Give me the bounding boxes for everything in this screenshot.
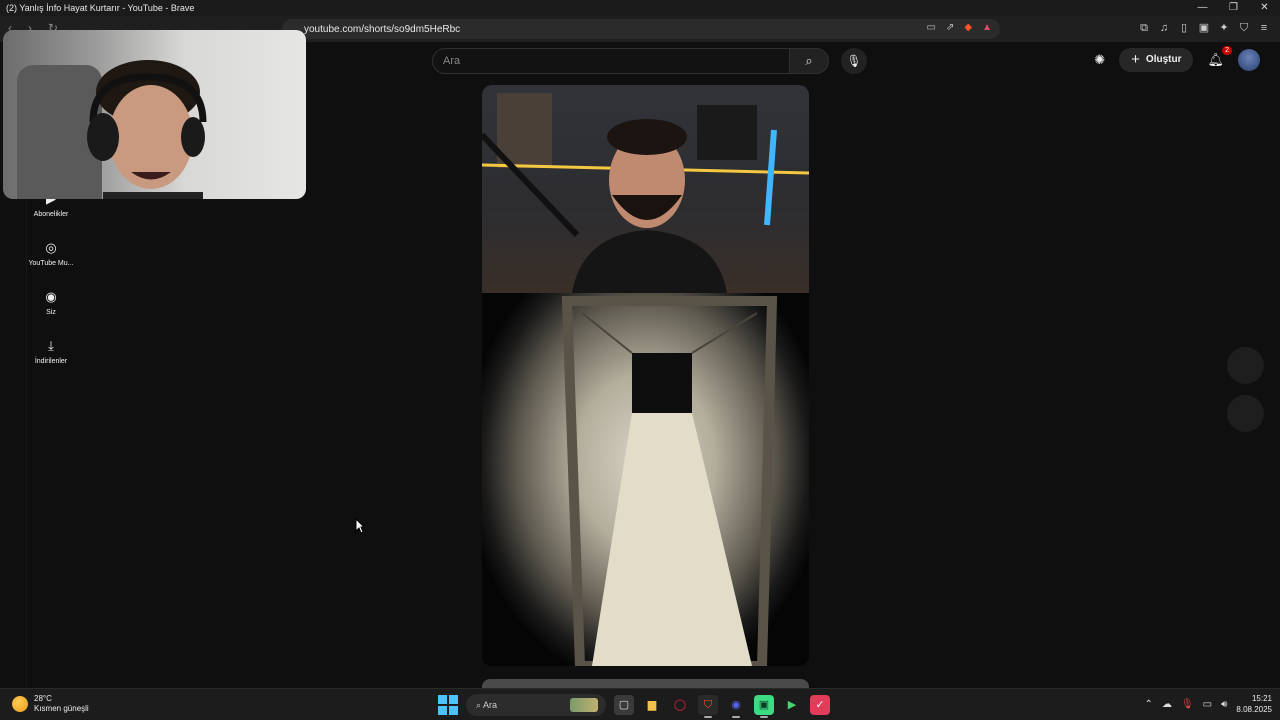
brave-browser-icon[interactable]: ⛉ xyxy=(698,695,718,718)
weather-desc: Kısmen güneşli xyxy=(34,704,89,713)
leo-ai-icon[interactable]: ✦ xyxy=(1218,21,1230,35)
media-player-icon[interactable]: ▶ xyxy=(782,695,802,715)
search-input[interactable]: Ara xyxy=(432,48,790,74)
extensions-icon[interactable]: ⧉ xyxy=(1138,21,1150,35)
microphone-icon[interactable]: 🎙 xyxy=(1181,699,1194,710)
sidebar-item-label: YouTube Mu... xyxy=(28,260,74,267)
discord-icon[interactable]: ◉ xyxy=(726,695,746,718)
search-icon: ⌕ xyxy=(805,53,813,68)
header-actions: ✺ + Oluştur 🔔︎ 2 xyxy=(1094,46,1260,72)
weather-icon xyxy=(12,696,28,712)
sidebar-item-youtube-music[interactable]: ◎ YouTube Mu... xyxy=(26,239,76,288)
cast-icon[interactable]: ▭ xyxy=(927,22,936,33)
reaction-video xyxy=(482,85,809,293)
close-button[interactable]: ✕ xyxy=(1249,0,1280,16)
volume-icon[interactable]: 🔊︎ xyxy=(1221,699,1227,710)
previous-short-button[interactable] xyxy=(1227,347,1264,384)
window-controls: — ❐ ✕ xyxy=(1187,0,1280,16)
taskbar-search-label: Ara xyxy=(483,700,498,710)
sidebar-item-label: Abonelikler xyxy=(33,211,69,218)
notifications-button[interactable]: 🔔︎ 2 xyxy=(1207,46,1232,68)
window-titlebar: (2) Yanlış İnfo Hayat Kurtarır - YouTube… xyxy=(0,0,1280,16)
menu-icon[interactable]: ≡ xyxy=(1258,21,1270,35)
browser-toolbar-icons: ⧉ ♫ ▯ ▣ ✦ ⛉ ≡ xyxy=(1138,21,1270,35)
chevron-up-icon[interactable]: ⌃ xyxy=(1145,699,1153,710)
vpn-icon[interactable]: ⛉ xyxy=(1238,21,1250,35)
address-bar[interactable]: youtube.com/shorts/so9dm5HeRbc ▭ ⇗ ◆ ▲ xyxy=(282,19,1000,39)
search-button[interactable]: ⌕ xyxy=(789,48,829,74)
corridor-scene xyxy=(561,296,778,666)
clock[interactable]: 15:21 8.08.2025 xyxy=(1236,693,1272,715)
next-short-button[interactable] xyxy=(1227,395,1264,432)
start-button[interactable] xyxy=(438,695,458,715)
playables-icon[interactable]: ✺ xyxy=(1094,52,1105,68)
weather-widget[interactable]: 28°C Kısmen güneşli xyxy=(12,694,89,714)
search-icon: ⌕ xyxy=(476,700,484,710)
file-explorer-icon[interactable]: ▆ xyxy=(642,695,662,715)
address-bar-icons: ▭ ⇗ ◆ ▲ xyxy=(927,22,992,33)
date: 8.08.2025 xyxy=(1236,705,1272,714)
music-icon[interactable]: ♫ xyxy=(1158,21,1170,35)
plus-icon: + xyxy=(1131,51,1140,68)
shorts-video-player[interactable] xyxy=(482,85,809,666)
taskbar-apps: ⌕ Ara ▢ ▆ ◯ ⛉ ◉ ▣ ▶ ✓ xyxy=(438,694,830,718)
android-app-icon[interactable]: ▣ xyxy=(754,695,774,718)
task-view-icon[interactable]: ▢ xyxy=(614,695,634,715)
system-tray: ⌃ ☁ 🎙 ▭ 🔊︎ 15:21 8.08.2025 xyxy=(1145,693,1272,715)
window-title: (2) Yanlış İnfo Hayat Kurtarır - YouTube… xyxy=(6,3,195,13)
taskbar-search[interactable]: ⌕ Ara xyxy=(466,694,606,716)
weather-text: 28°C Kısmen güneşli xyxy=(34,694,89,714)
sidebar-item-label: Siz xyxy=(46,309,56,316)
wallet-icon[interactable]: ▣ xyxy=(1198,21,1210,35)
reaction-scene xyxy=(482,93,809,293)
mini-sidebar: ▶ Abonelikler ◎ YouTube Mu... ◉ Siz ⤓ İn… xyxy=(26,190,76,386)
avatar[interactable] xyxy=(1238,49,1260,71)
app-icon[interactable]: ✓ xyxy=(810,695,830,715)
brave-rewards-icon[interactable]: ▲ xyxy=(982,22,992,33)
sidebar-item-you[interactable]: ◉ Siz xyxy=(26,288,76,337)
url-text: youtube.com/shorts/so9dm5HeRbc xyxy=(304,23,461,35)
display-icon[interactable]: ▭ xyxy=(1203,699,1212,710)
share-icon[interactable]: ⇗ xyxy=(946,22,954,33)
bell-icon: 🔔︎ xyxy=(1207,52,1224,67)
corridor-video xyxy=(482,293,809,666)
create-label: Oluştur xyxy=(1145,54,1182,65)
search-highlight-icon xyxy=(570,698,598,712)
cloud-icon[interactable]: ☁ xyxy=(1162,699,1172,710)
streamer-face xyxy=(87,60,207,199)
voice-search-button[interactable]: 🎙 xyxy=(841,48,867,74)
webcam-overlay xyxy=(3,30,306,199)
microphone-icon: 🎙 xyxy=(846,54,862,68)
notification-badge: 2 xyxy=(1222,46,1232,55)
weather-temp: 28°C xyxy=(34,694,52,703)
brave-shields-icon[interactable]: ◆ xyxy=(964,22,972,33)
create-button[interactable]: + Oluştur xyxy=(1119,48,1194,72)
download-icon: ⤓ xyxy=(48,338,54,353)
sidebar-item-label: İndirilenler xyxy=(34,358,68,365)
sidebar-item-downloads[interactable]: ⤓ İndirilenler xyxy=(26,337,76,386)
profile-icon: ◉ xyxy=(45,289,57,304)
restore-button[interactable]: ❐ xyxy=(1218,0,1249,16)
opera-icon[interactable]: ◯ xyxy=(670,695,690,715)
mouse-cursor-icon xyxy=(355,518,365,534)
youtube-music-icon: ◎ xyxy=(45,240,57,255)
minimize-button[interactable]: — xyxy=(1187,0,1218,16)
sidebar-toggle-icon[interactable]: ▯ xyxy=(1178,21,1190,35)
windows-taskbar: 28°C Kısmen güneşli ⌕ Ara ▢ ▆ ◯ ⛉ ◉ ▣ ▶ … xyxy=(0,688,1280,720)
time: 15:21 xyxy=(1251,694,1272,703)
